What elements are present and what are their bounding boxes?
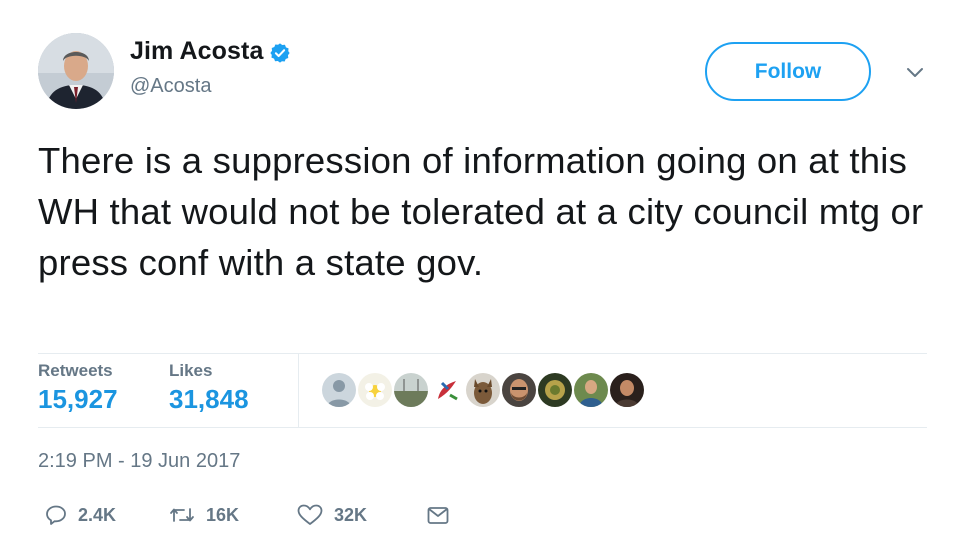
tweet-actions: 2.4K 16K 32K [38,503,538,533]
liker-avatar[interactable] [464,371,502,409]
like-icon [296,503,324,527]
liker-avatar[interactable] [536,371,574,409]
user-names: Jim Acosta @Acosta [130,37,291,98]
liker-avatar[interactable] [500,371,538,409]
retweets-label: Retweets [38,361,113,380]
reply-count: 2.4K [78,504,117,525]
avatar[interactable] [38,33,114,109]
follow-button[interactable]: Follow [705,42,871,101]
divider [38,427,927,428]
tweet-header: Jim Acosta @Acosta Follow [38,33,938,109]
liker-avatar[interactable] [572,371,610,409]
likes-stat[interactable]: Likes 31,848 [169,361,249,415]
direct-message-button[interactable] [426,503,450,527]
retweets-stat[interactable]: Retweets 15,927 [38,361,118,415]
stats-divider [298,353,299,427]
retweet-count: 16K [206,504,240,525]
liker-avatar[interactable] [428,371,466,409]
liker-avatar[interactable] [392,371,430,409]
tweet-text: There is a suppression of information go… [38,140,924,283]
display-name[interactable]: Jim Acosta [130,37,263,66]
liker-avatars [320,371,646,409]
retweet-button[interactable]: 16K [168,503,239,527]
liker-avatar[interactable] [320,371,358,409]
chevron-down-icon[interactable] [904,61,926,83]
liker-avatar[interactable] [608,371,646,409]
retweets-value: 15,927 [38,384,118,414]
likes-value: 31,848 [169,384,249,414]
reply-icon [44,503,68,527]
verified-badge-icon [269,42,291,64]
tweet-timestamp[interactable]: 2:19 PM - 19 Jun 2017 [38,450,240,473]
divider [38,353,927,354]
likes-label: Likes [169,361,213,380]
like-button[interactable]: 32K [296,503,367,527]
liker-avatar[interactable] [356,371,394,409]
direct-message-icon [426,503,450,527]
user-handle[interactable]: @Acosta [130,75,291,98]
like-count: 32K [334,504,368,525]
retweet-icon [168,503,196,527]
reply-button[interactable]: 2.4K [44,503,116,527]
